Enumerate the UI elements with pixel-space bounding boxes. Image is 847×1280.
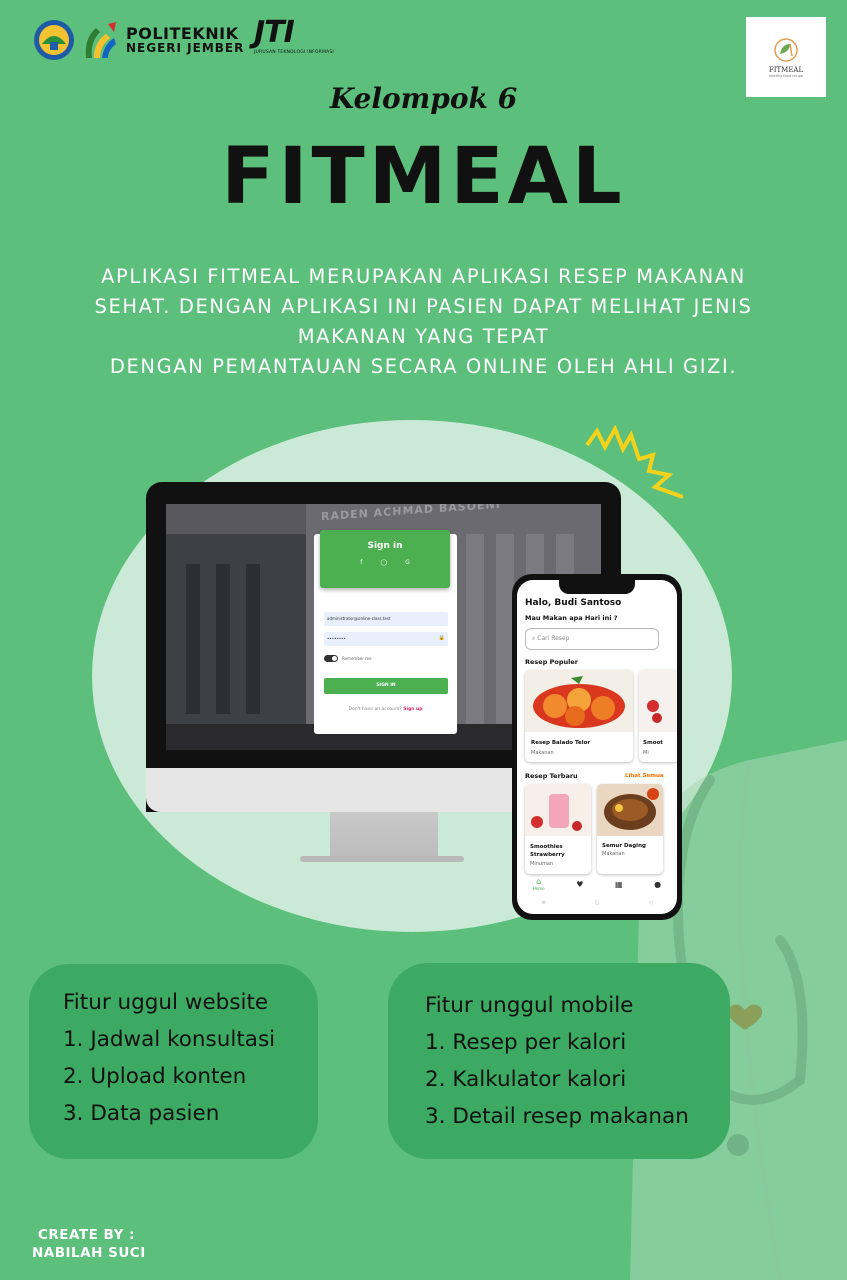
- mobile-features-box: Fitur unggul mobile 1. Resep per kalori …: [388, 963, 730, 1159]
- no-account-text: Don't have an account? Sign up: [314, 707, 457, 712]
- recipe-card[interactable]: Smoot Mi: [639, 670, 677, 762]
- see-all-link[interactable]: Lihat Semua: [625, 773, 664, 779]
- jti-logo-subtext: JURUSAN TEKNOLOGI INFORMASI: [254, 50, 334, 55]
- smoothies-strawberry-image: [525, 784, 591, 836]
- monitor-base: [300, 856, 464, 862]
- credit-label: CREATE BY :: [38, 1227, 135, 1243]
- website-feature-item: 3. Data pasien: [63, 1101, 220, 1126]
- remember-label: Remember me: [342, 656, 372, 661]
- remember-toggle[interactable]: [324, 655, 338, 662]
- popular-title: Resep Populer: [525, 658, 578, 666]
- recipe-name: Resep Balado Telor: [531, 740, 591, 746]
- recipe-category: Makanan: [602, 851, 625, 857]
- home-icon: ⌂: [536, 877, 542, 886]
- recipe-category: Mi: [643, 750, 649, 756]
- question: Mau Makan apa Hari ini ?: [525, 614, 618, 622]
- fitmeal-logo-tagline: healthy food recipe: [769, 74, 803, 78]
- website-features-title: Fitur uggul website: [63, 990, 269, 1015]
- smoothie-image: [639, 670, 677, 732]
- email-field[interactable]: administrator@online-class.test: [324, 612, 448, 626]
- credit: CREATE BY : NABILAH SUCI: [32, 1226, 146, 1262]
- description-line: SEHAT. DENGAN APLIKASI INI PASIEN DAPAT …: [94, 295, 753, 318]
- mobile-feature-item: 2. Kalkulator kalori: [425, 1067, 627, 1092]
- monitor-stand: [330, 812, 438, 860]
- fitmeal-logo-text: FITMEAL: [768, 66, 804, 74]
- polije-mark-icon: [85, 22, 116, 58]
- institution-name-line1: POLITEKNIK: [126, 23, 239, 43]
- login-header: Sign in f ◯ G: [320, 530, 450, 588]
- facebook-icon[interactable]: f: [360, 559, 362, 566]
- institution-name-line2: NEGERI JEMBER: [126, 41, 245, 56]
- github-icon[interactable]: ◯: [380, 559, 387, 566]
- recipe-card[interactable]: Semur Daging Makanan: [597, 784, 663, 874]
- greeting: Halo, Budi Santoso: [525, 598, 622, 608]
- home-button-icon[interactable]: □: [595, 900, 600, 906]
- recipe-card[interactable]: Smoothies Strawberry Minuman: [525, 784, 591, 874]
- description-line: DENGAN PEMANTAUAN SECARA ONLINE OLEH AHL…: [109, 355, 738, 378]
- lock-icon: 🔒: [438, 635, 445, 641]
- signin-button[interactable]: SIGN IN: [324, 678, 448, 694]
- social-login-row: f ◯ G: [320, 559, 450, 566]
- website-features-box: Fitur uggul website 1. Jadwal konsultasi…: [29, 964, 318, 1159]
- phone-notch: [559, 580, 635, 594]
- description: APLIKASI FITMEAL MERUPAKAN APLIKASI RESE…: [40, 262, 807, 382]
- mobile-phone: Halo, Budi Santoso Mau Makan apa Hari in…: [512, 574, 682, 920]
- recipe-card[interactable]: Resep Balado Telor Makanan: [525, 670, 633, 762]
- remember-me[interactable]: Remember me: [324, 655, 372, 662]
- search-icon: ⌕: [532, 635, 536, 642]
- nav-home-label: Home: [532, 886, 545, 891]
- bottom-nav: ⌂ Home ♥ ▦ ●: [517, 872, 677, 896]
- google-icon[interactable]: G: [405, 559, 410, 566]
- recipe-name: Smoothies Strawberry: [530, 844, 565, 858]
- password-value: ••••••••: [327, 636, 346, 641]
- mobile-screen: Halo, Budi Santoso Mau Makan apa Hari in…: [517, 580, 677, 914]
- page-title: FITMEAL: [221, 132, 626, 222]
- institution-name: POLITEKNIK NEGERI JEMBER: [126, 25, 244, 56]
- login-card: Sign in f ◯ G administrator@online-class…: [314, 530, 457, 734]
- search-placeholder: Cari Resep: [537, 635, 570, 642]
- description-line: MAKANAN YANG TEPAT: [297, 325, 550, 348]
- group-label: Kelompok 6: [329, 82, 518, 115]
- institution-logo-group: POLITEKNIK NEGERI JEMBER: [32, 14, 244, 66]
- recipe-name: Smoot: [643, 740, 663, 746]
- menu-icon[interactable]: ≡: [542, 900, 546, 906]
- password-field[interactable]: •••••••• 🔒: [324, 632, 448, 646]
- description-line: APLIKASI FITMEAL MERUPAKAN APLIKASI RESE…: [101, 265, 746, 288]
- profile-icon[interactable]: ●: [654, 880, 661, 889]
- newest-title: Resep Terbaru: [525, 772, 578, 780]
- mobile-features-title: Fitur unggul mobile: [425, 993, 634, 1018]
- calculator-icon[interactable]: ▦: [615, 880, 623, 889]
- no-account-label: Don't have an account?: [348, 707, 402, 712]
- recipe-name: Semur Daging: [602, 843, 646, 849]
- mobile-feature-item: 3. Detail resep makanan: [425, 1104, 689, 1129]
- signup-link[interactable]: Sign up: [403, 707, 422, 712]
- nav-home[interactable]: ⌂ Home: [533, 877, 545, 891]
- credit-name: NABILAH SUCI: [32, 1245, 146, 1261]
- balado-egg-image: [525, 670, 633, 732]
- website-feature-item: 1. Jadwal konsultasi: [63, 1027, 276, 1052]
- back-icon[interactable]: ◁: [649, 900, 653, 906]
- website-feature-item: 2. Upload konten: [63, 1064, 247, 1089]
- mobile-feature-item: 1. Resep per kalori: [425, 1030, 627, 1055]
- system-nav: ≡ □ ◁: [517, 900, 677, 906]
- jti-logo: JTI JURUSAN TEKNOLOGI INFORMASI: [254, 15, 354, 56]
- recipe-category: Minuman: [530, 861, 554, 867]
- search-input[interactable]: ⌕ Cari Resep: [525, 628, 659, 650]
- signin-title: Sign in: [367, 541, 403, 551]
- heart-icon[interactable]: ♥: [576, 880, 583, 889]
- jti-logo-text: JTI: [254, 15, 295, 50]
- semur-daging-image: [597, 784, 663, 836]
- recipe-category: Makanan: [531, 750, 554, 756]
- polije-emblem-icon: [34, 20, 74, 60]
- fitmeal-leaf-icon: [774, 38, 798, 62]
